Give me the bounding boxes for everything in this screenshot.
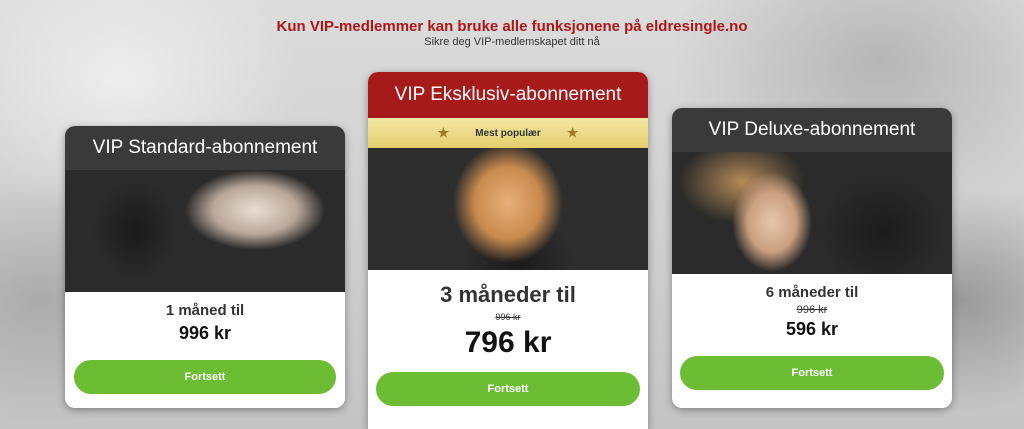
subline: Sikre deg VIP-medlemskapet ditt nå <box>424 36 600 48</box>
plan-photo <box>65 170 345 292</box>
plan-title: VIP Standard-abonnement <box>65 126 345 170</box>
plan-old-price: 996 kr <box>796 304 828 316</box>
plan-price: 796 kr <box>464 326 552 359</box>
plan-card-exclusive: VIP Eksklusiv-abonnement ★ Mest populær … <box>368 72 648 429</box>
most-popular-ribbon: ★ Mest populær ★ <box>368 118 648 148</box>
plan-price-area: 6 måneder til 996 kr 596 kr Fortsett <box>672 274 952 390</box>
plan-duration: 3 måneder til <box>440 282 576 307</box>
plan-price-area: 3 måneder til 996 kr 796 kr Fortsett <box>368 270 648 406</box>
plan-duration: 1 måned til <box>165 302 245 319</box>
continue-button-exclusive[interactable]: Fortsett <box>376 372 640 406</box>
plan-price: 996 kr <box>178 323 232 343</box>
plan-card-deluxe: VIP Deluxe-abonnement 6 måneder til 996 … <box>672 108 952 408</box>
plan-duration: 6 måneder til <box>765 284 859 301</box>
star-icon: ★ <box>566 125 579 140</box>
headline: Kun VIP-medlemmer kan bruke alle funksjo… <box>276 18 748 35</box>
continue-button-deluxe[interactable]: Fortsett <box>680 356 944 390</box>
most-popular-label: Mest populær <box>475 127 541 139</box>
plan-title: VIP Eksklusiv-abonnement <box>368 72 648 118</box>
plan-photo <box>672 152 952 274</box>
plan-photo <box>368 148 648 270</box>
plan-price: 596 kr <box>785 319 839 339</box>
plan-title: VIP Deluxe-abonnement <box>672 108 952 152</box>
continue-button-standard[interactable]: Fortsett <box>74 360 336 394</box>
plan-price-area: 1 måned til 996 kr Fortsett <box>65 292 345 394</box>
plan-old-price: 996 kr <box>495 312 521 322</box>
plan-card-standard: VIP Standard-abonnement 1 måned til 996 … <box>65 126 345 408</box>
star-icon: ★ <box>437 125 450 140</box>
